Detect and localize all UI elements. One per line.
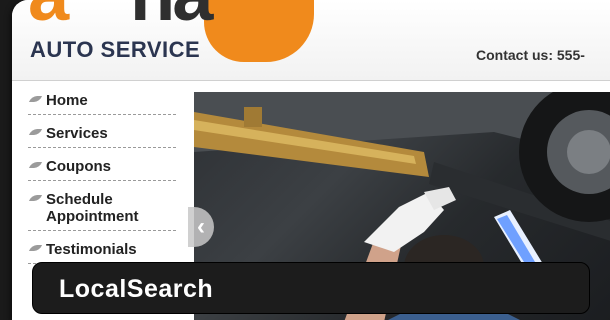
logo-letters-orange: a — [28, 0, 69, 32]
logo-letters-dark: na — [130, 0, 213, 32]
nav-item-label: Services — [46, 125, 108, 142]
leaf-bullet-icon — [28, 195, 43, 201]
logo-shape — [204, 0, 314, 62]
site-header: a na AUTO SERVICE Contact us: 555- — [12, 0, 610, 81]
nav-item-label: Coupons — [46, 158, 111, 175]
logo-text[interactable]: AUTO SERVICE — [30, 37, 200, 63]
caption-bar: LocalSearch — [32, 262, 590, 314]
leaf-bullet-icon — [28, 162, 43, 168]
nav-list: Home Services Coupons Schedule Appointme… — [12, 82, 194, 264]
nav-item-coupons[interactable]: Coupons — [28, 154, 176, 181]
nav-item-testimonials[interactable]: Testimonials — [28, 237, 176, 264]
nav-item-label: Testimonials — [46, 241, 137, 258]
leaf-bullet-icon — [28, 96, 43, 102]
nav-item-services[interactable]: Services — [28, 121, 176, 148]
nav-item-schedule-appointment[interactable]: Schedule Appointment — [28, 187, 176, 231]
nav-item-home[interactable]: Home — [28, 88, 176, 115]
nav-item-label: Home — [46, 92, 88, 109]
nav-item-label: Schedule Appointment — [46, 191, 139, 225]
leaf-bullet-icon — [28, 129, 43, 135]
contact-info: Contact us: 555- — [476, 47, 585, 63]
leaf-bullet-icon — [28, 245, 43, 251]
caption-label: LocalSearch — [59, 275, 214, 303]
